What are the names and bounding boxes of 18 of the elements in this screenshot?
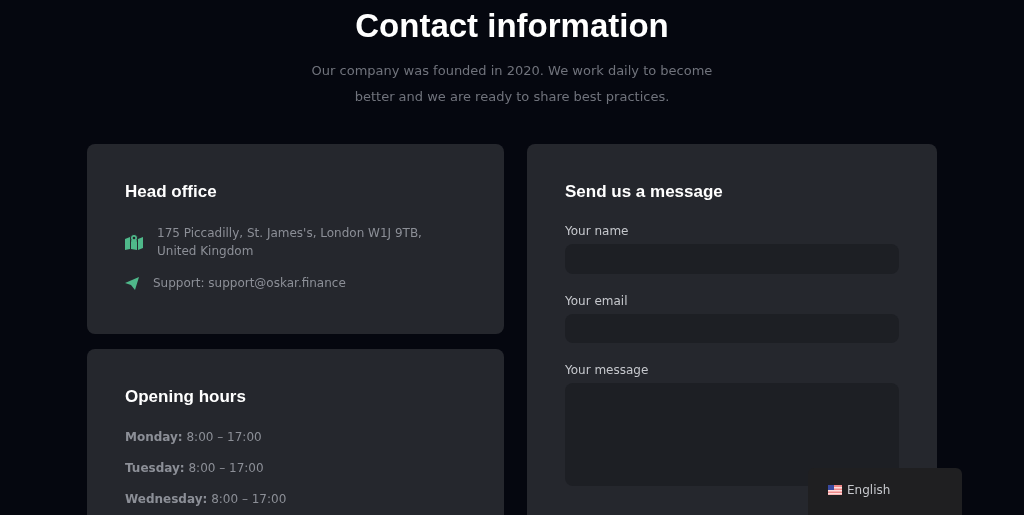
card-title: Head office	[125, 182, 218, 202]
flag-icon	[828, 485, 842, 495]
paper-plane-icon	[125, 276, 139, 290]
intro-text: Our company was founded in 2020. We work daily to become better and we are ready to share best practices.	[310, 62, 714, 106]
contact-text: 175 Piccadilly, St. James's, London W1J 9TB, United Kingdom	[157, 225, 423, 260]
card-title: Send us a message	[565, 182, 724, 202]
contact-text: Support: support@oskar.finance	[153, 275, 346, 292]
hours-text: Monday: 8:00 – 17:00	[125, 429, 263, 446]
hours-text: Tuesday: 8:00 – 17:00	[125, 460, 265, 477]
field-label: Your message	[565, 363, 650, 378]
map-pin-icon	[125, 234, 143, 250]
field-label: Your name	[565, 224, 630, 238]
field-label: Your email	[565, 293, 629, 308]
message-field[interactable]	[565, 383, 899, 486]
page-title: Contact information	[355, 6, 669, 46]
language-selector[interactable]: English	[808, 468, 962, 515]
hours-text: Wednesday: 8:00 – 17:00	[125, 491, 288, 508]
card-title: Opening hours	[125, 387, 247, 407]
